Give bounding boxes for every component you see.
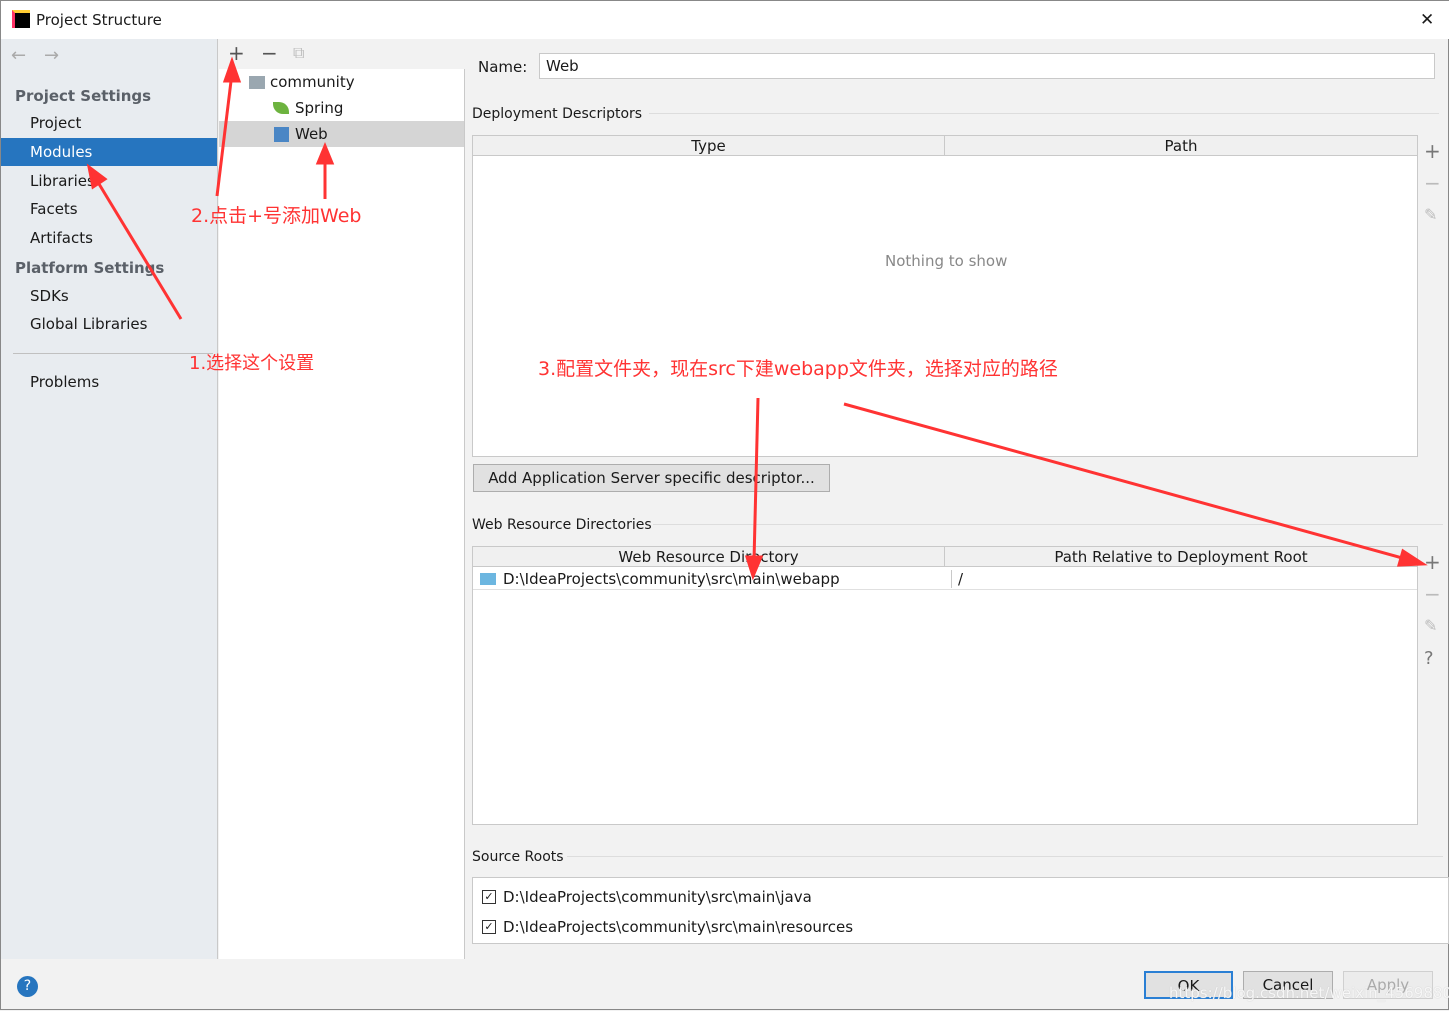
annotation-3: 3.配置文件夹，现在src下建webapp文件夹，选择对应的路径 [538, 358, 1058, 380]
arrowhead [86, 163, 108, 190]
arrow-to-add [215, 72, 234, 197]
arrow-to-directory [752, 397, 760, 562]
arrowhead [744, 555, 764, 581]
arrowhead [315, 142, 335, 165]
arrow-to-add-resource [843, 402, 1407, 561]
annotation-1: 1.选择这个设置 [189, 353, 315, 374]
arrowhead [222, 56, 242, 83]
arrow-to-modules [94, 178, 183, 320]
arrowhead [1396, 548, 1428, 567]
annotation-2: 2.点击+号添加Web [191, 205, 362, 227]
annotation-arrows [86, 56, 1428, 581]
